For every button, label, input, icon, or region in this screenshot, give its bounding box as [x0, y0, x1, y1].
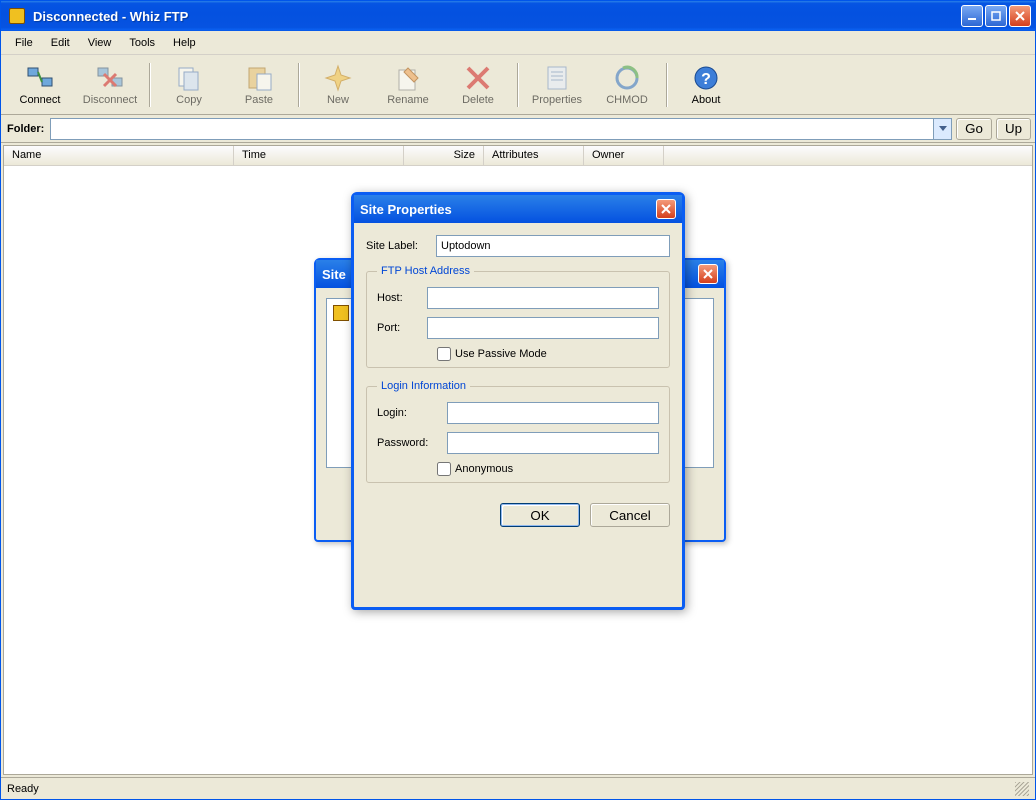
about-icon: ? — [692, 64, 720, 92]
port-label: Port: — [377, 322, 427, 334]
paste-icon — [245, 64, 273, 92]
new-icon — [324, 64, 352, 92]
close-button[interactable] — [1009, 5, 1031, 27]
site-properties-title: Site Properties — [360, 202, 656, 217]
disconnect-icon — [96, 64, 124, 92]
delete-button[interactable]: Delete — [443, 57, 513, 113]
up-button[interactable]: Up — [996, 118, 1031, 140]
host-input[interactable] — [427, 287, 659, 309]
rename-button[interactable]: Rename — [373, 57, 443, 113]
menu-edit[interactable]: Edit — [43, 34, 78, 52]
menu-file[interactable]: File — [7, 34, 41, 52]
about-label: About — [692, 94, 721, 106]
host-label: Host: — [377, 292, 427, 304]
site-properties-dialog: Site Properties Site Label: FTP Host Add… — [351, 192, 685, 610]
menubar: File Edit View Tools Help — [1, 31, 1035, 55]
site-manager-close-button[interactable] — [698, 264, 718, 284]
maximize-button[interactable] — [985, 5, 1007, 27]
chmod-icon — [613, 64, 641, 92]
copy-label: Copy — [176, 94, 202, 106]
site-label-label: Site Label: — [366, 240, 436, 252]
app-icon — [9, 8, 25, 24]
go-button[interactable]: Go — [956, 118, 992, 140]
paste-label: Paste — [245, 94, 273, 106]
site-icon — [333, 305, 349, 321]
login-label: Login: — [377, 407, 447, 419]
titlebar: Disconnected - Whiz FTP — [1, 1, 1035, 31]
col-attributes[interactable]: Attributes — [484, 146, 584, 165]
new-button[interactable]: New — [303, 57, 373, 113]
window-title: Disconnected - Whiz FTP — [29, 9, 961, 24]
menu-tools[interactable]: Tools — [121, 34, 163, 52]
ftp-host-group: FTP Host Address Host: Port: Use Passive… — [366, 265, 670, 368]
password-input[interactable] — [447, 432, 659, 454]
toolbar-separator — [298, 63, 299, 107]
list-header: Name Time Size Attributes Owner — [4, 146, 1032, 166]
passive-checkbox[interactable] — [437, 347, 451, 361]
paste-button[interactable]: Paste — [224, 57, 294, 113]
passive-label: Use Passive Mode — [455, 348, 547, 360]
col-time[interactable]: Time — [234, 146, 404, 165]
site-properties-close-button[interactable] — [656, 199, 676, 219]
properties-button[interactable]: Properties — [522, 57, 592, 113]
copy-icon — [175, 64, 203, 92]
toolbar-separator — [149, 63, 150, 107]
menu-view[interactable]: View — [80, 34, 120, 52]
login-info-group: Login Information Login: Password: Anony… — [366, 380, 670, 483]
col-owner[interactable]: Owner — [584, 146, 664, 165]
chmod-button[interactable]: CHMOD — [592, 57, 662, 113]
minimize-button[interactable] — [961, 5, 983, 27]
delete-icon — [464, 64, 492, 92]
password-label: Password: — [377, 437, 447, 449]
about-button[interactable]: ? About — [671, 57, 741, 113]
folder-combo[interactable] — [50, 118, 952, 140]
folderbar: Folder: Go Up — [1, 115, 1035, 143]
cancel-button[interactable]: Cancel — [590, 503, 670, 527]
dropdown-icon[interactable] — [933, 119, 951, 139]
toolbar: Connect Disconnect Copy Paste New — [1, 55, 1035, 115]
connect-icon — [26, 64, 54, 92]
toolbar-separator — [517, 63, 518, 107]
connect-label: Connect — [20, 94, 61, 106]
connect-button[interactable]: Connect — [5, 57, 75, 113]
rename-icon — [394, 64, 422, 92]
ftp-host-legend: FTP Host Address — [377, 265, 474, 277]
copy-button[interactable]: Copy — [154, 57, 224, 113]
chmod-label: CHMOD — [606, 94, 648, 106]
col-name[interactable]: Name — [4, 146, 234, 165]
statusbar: Ready — [1, 777, 1035, 799]
folder-label: Folder: — [5, 123, 46, 135]
properties-icon — [543, 64, 571, 92]
site-properties-titlebar: Site Properties — [354, 195, 682, 223]
login-info-legend: Login Information — [377, 380, 470, 392]
resize-grip-icon[interactable] — [1015, 782, 1029, 796]
site-label-input[interactable] — [436, 235, 670, 257]
toolbar-separator — [666, 63, 667, 107]
menu-help[interactable]: Help — [165, 34, 204, 52]
ok-button[interactable]: OK — [500, 503, 580, 527]
disconnect-label: Disconnect — [83, 94, 137, 106]
status-text: Ready — [7, 783, 39, 795]
disconnect-button[interactable]: Disconnect — [75, 57, 145, 113]
login-input[interactable] — [447, 402, 659, 424]
port-input[interactable] — [427, 317, 659, 339]
rename-label: Rename — [387, 94, 429, 106]
anonymous-checkbox[interactable] — [437, 462, 451, 476]
delete-label: Delete — [462, 94, 494, 106]
anonymous-label: Anonymous — [455, 463, 513, 475]
svg-text:?: ? — [701, 71, 711, 88]
col-size[interactable]: Size — [404, 146, 484, 165]
properties-label: Properties — [532, 94, 582, 106]
new-label: New — [327, 94, 349, 106]
